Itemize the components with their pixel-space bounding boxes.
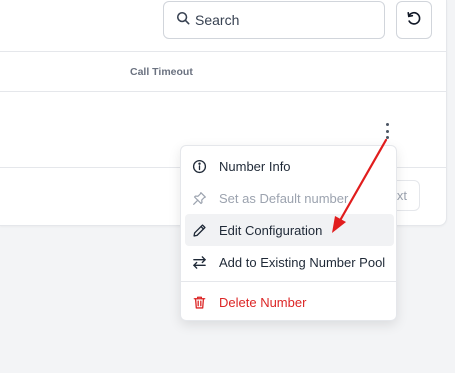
pencil-icon <box>191 222 207 238</box>
search-icon <box>176 11 190 30</box>
search-input[interactable]: Search <box>163 1 385 39</box>
table-header: Call Timeout <box>0 52 447 92</box>
menu-item-label: Edit Configuration <box>219 222 323 238</box>
menu-item-number-info[interactable]: Number Info <box>185 150 394 182</box>
menu-item-edit-configuration[interactable]: Edit Configuration <box>185 214 394 246</box>
menu-item-set-default[interactable]: Set as Default number <box>185 182 394 214</box>
refresh-button[interactable] <box>396 1 432 39</box>
info-icon <box>191 158 207 174</box>
menu-item-label: Set as Default number <box>219 190 349 206</box>
search-placeholder: Search <box>195 12 240 28</box>
menu-item-label: Add to Existing Number Pool <box>219 254 386 270</box>
column-header-call-timeout: Call Timeout <box>130 66 193 78</box>
page: Search Call Timeout xt Number Info Set a… <box>0 0 455 373</box>
menu-item-label: Delete Number <box>219 294 307 310</box>
pin-icon <box>191 190 207 206</box>
menu-item-delete-number[interactable]: Delete Number <box>185 286 394 318</box>
menu-item-label: Number Info <box>219 158 291 174</box>
row-actions-menu: Number Info Set as Default number Edit C… <box>180 145 397 321</box>
swap-arrows-icon <box>191 254 207 270</box>
toolbar: Search <box>0 0 447 52</box>
refresh-icon <box>405 9 423 32</box>
menu-divider <box>181 281 396 282</box>
row-actions-kebab-icon[interactable] <box>380 120 394 142</box>
menu-item-add-to-pool[interactable]: Add to Existing Number Pool <box>185 246 394 278</box>
trash-icon <box>191 294 207 310</box>
